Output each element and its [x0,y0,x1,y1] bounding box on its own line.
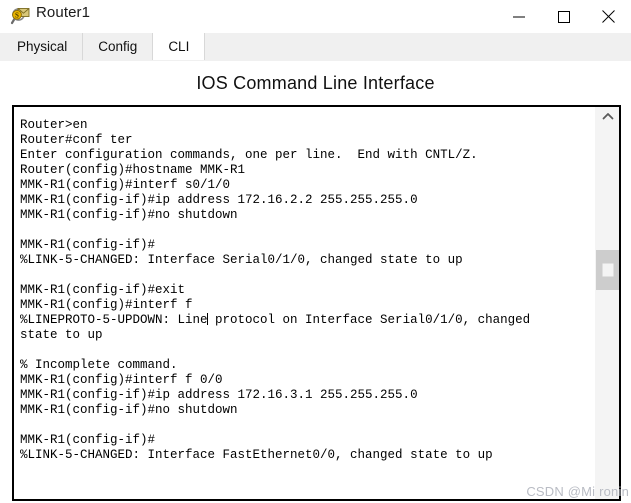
terminal-line: Router>en [20,118,88,132]
page-title: IOS Command Line Interface [196,73,435,93]
svg-text:S: S [15,12,19,20]
close-icon [602,10,615,23]
tab-config[interactable]: Config [83,33,154,60]
scrollbar-thumb[interactable] [596,250,619,290]
minimize-button[interactable] [496,0,541,33]
router-device-icon: S [9,5,31,27]
router-cli-window: S Router1 Physical Config CLI IOS Comman… [0,0,631,503]
chevron-up-icon [602,112,613,119]
terminal-line: %LINK-5-CHANGED: Interface Serial0/1/0, … [20,253,463,267]
close-button[interactable] [586,0,631,33]
terminal-line: Enter configuration commands, one per li… [20,148,478,162]
terminal-scrollbar[interactable] [595,107,619,499]
terminal-line: %LINEPROTO-5-UPDOWN: Line protocol on In… [20,313,531,327]
tab-cli[interactable]: CLI [153,33,206,60]
window-controls [496,0,631,33]
scrollbar-thumb-grip [602,263,613,277]
cli-terminal[interactable]: Router>en Router#conf ter Enter configurat… [12,105,621,501]
terminal-line: MMK-R1(config)#interf f 0/0 [20,373,223,387]
terminal-line: MMK-R1(config-if)# [20,433,156,447]
text-cursor [207,313,209,325]
terminal-line: MMK-R1(config-if)# [20,238,156,252]
terminal-line: %LINK-5-CHANGED: Interface FastEthernet0… [20,448,493,462]
terminal-line: state to up [20,328,103,342]
terminal-line: MMK-R1(config-if)#ip address 172.16.2.2 … [20,193,418,207]
terminal-line: Router(config)#hostname MMK-R1 [20,163,246,177]
terminal-line: % Incomplete command. [20,358,178,372]
tab-physical[interactable]: Physical [2,33,84,60]
window-title: Router1 [36,4,91,21]
terminal-line: MMK-R1(config-if)#no shutdown [20,208,238,222]
terminal-line: MMK-R1(config-if)#exit [20,283,186,297]
maximize-icon [557,10,570,23]
title-bar: S Router1 [0,0,631,33]
minimize-icon [512,16,525,17]
terminal-line: MMK-R1(config-if)#ip address 172.16.3.1 … [20,388,418,402]
terminal-line: MMK-R1(config)#interf s0/1/0 [20,178,231,192]
terminal-line: MMK-R1(config)#interf f [20,298,193,312]
scroll-up-button[interactable] [596,107,619,125]
terminal-line: Router#conf ter [20,133,133,147]
maximize-button[interactable] [541,0,586,33]
tab-strip: Physical Config CLI [0,33,631,61]
terminal-line: MMK-R1(config-if)#no shutdown [20,403,238,417]
terminal-output[interactable]: Router>en Router#conf ter Enter configurat… [14,107,595,499]
